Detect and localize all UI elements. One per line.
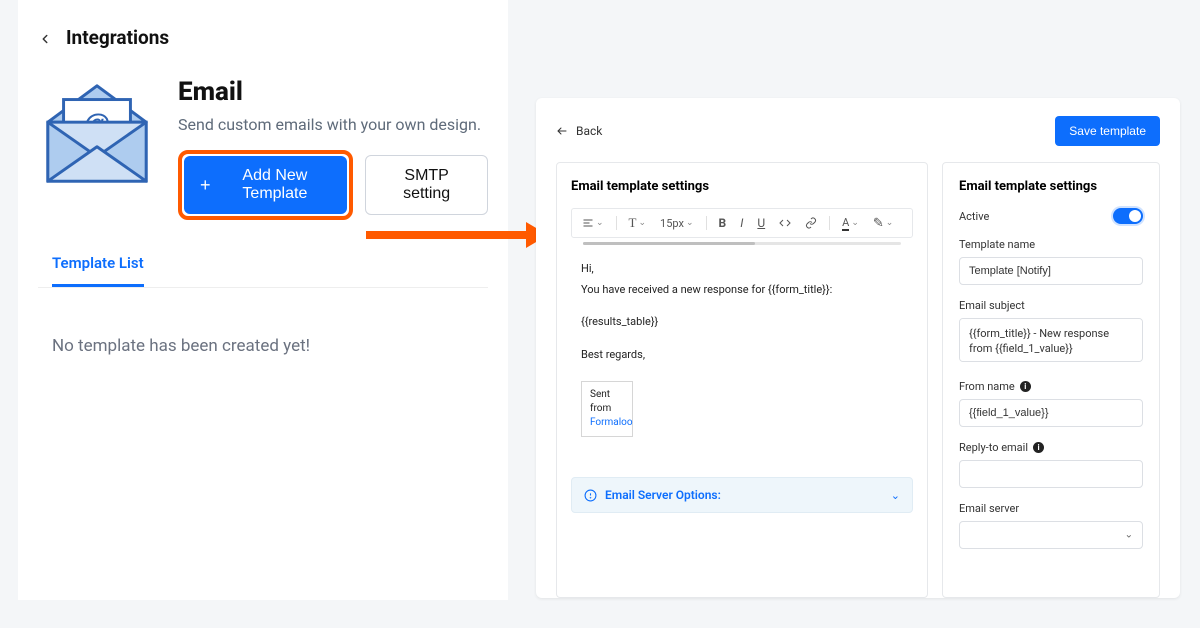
- back-icon[interactable]: [38, 31, 52, 45]
- editor-topbar: Back Save template: [556, 116, 1160, 146]
- tb-highlight-icon[interactable]: ✎ ⌄: [869, 214, 897, 233]
- editor-card: Email template settings ⌄ T ⌄ 15px: [556, 162, 928, 598]
- email-server-options-label: Email Server Options:: [605, 488, 721, 502]
- signature-link[interactable]: Formaloo: [590, 417, 633, 428]
- tb-font-size-value: 15px: [660, 217, 684, 230]
- editor-toolbar: ⌄ T ⌄ 15px ⌄ B I: [571, 208, 913, 238]
- reply-to-label: Reply-to email: [959, 441, 1028, 454]
- smtp-setting-button[interactable]: SMTP setting: [365, 155, 488, 215]
- email-icon: @: [38, 77, 156, 187]
- template-name-label: Template name: [959, 238, 1143, 251]
- editor-back-label: Back: [576, 124, 602, 138]
- chevron-down-icon: ⌄: [686, 218, 694, 228]
- plus-icon: +: [200, 176, 211, 194]
- email-subject-label: Email subject: [959, 299, 1143, 312]
- reply-to-input[interactable]: [959, 460, 1143, 488]
- editor-line: You have received a new response for {{f…: [581, 282, 903, 299]
- tab-template-list[interactable]: Template List: [52, 244, 144, 287]
- info-icon[interactable]: i: [1020, 381, 1031, 392]
- editor-signature-box: Sent from Formaloo: [581, 381, 633, 437]
- highlight-add-template: + Add New Template: [178, 150, 353, 220]
- signature-prefix: Sent from: [590, 389, 611, 414]
- settings-title: Email template settings: [959, 179, 1143, 194]
- tb-font-size[interactable]: 15px ⌄: [656, 215, 697, 232]
- active-label: Active: [959, 210, 989, 223]
- integrations-panel: Integrations @ Email Send custom emails …: [18, 0, 508, 600]
- panel-header: Integrations: [38, 26, 488, 49]
- settings-card: Email template settings Active Template …: [942, 162, 1160, 598]
- save-template-button[interactable]: Save template: [1055, 116, 1160, 146]
- page-title: Integrations: [66, 26, 169, 49]
- email-server-options-toggle[interactable]: Email Server Options: ⌄: [571, 477, 913, 513]
- editor-line: Best regards,: [581, 347, 903, 364]
- tb-align-icon[interactable]: ⌄: [578, 215, 608, 231]
- tb-font-family[interactable]: T ⌄: [625, 213, 651, 233]
- add-template-label: Add New Template: [219, 167, 332, 203]
- editor-back-button[interactable]: Back: [556, 124, 602, 138]
- tb-underline-icon[interactable]: U: [753, 214, 769, 232]
- tb-code-icon[interactable]: [775, 215, 795, 231]
- toolbar-scrollbar[interactable]: [583, 242, 901, 245]
- from-name-label: From name: [959, 380, 1015, 393]
- email-hero-text: Email Send custom emails with your own d…: [178, 77, 488, 220]
- chevron-down-icon: ⌄: [639, 218, 647, 228]
- editor-line: {{results_table}}: [581, 314, 903, 331]
- email-hero: @ Email Send custom emails with your own…: [38, 77, 488, 220]
- empty-state-text: No template has been created yet!: [52, 336, 488, 356]
- email-subject-input[interactable]: [959, 318, 1143, 362]
- email-server-select[interactable]: [959, 521, 1143, 549]
- email-subtitle: Send custom emails with your own design.: [178, 115, 488, 134]
- template-name-input[interactable]: [959, 257, 1143, 285]
- tab-row: Template List: [38, 244, 488, 288]
- info-icon[interactable]: i: [1033, 442, 1044, 453]
- chevron-down-icon: ⌄: [851, 218, 859, 228]
- template-editor-panel: Back Save template Email template settin…: [536, 98, 1180, 598]
- chevron-down-icon: ⌄: [886, 218, 894, 228]
- editor-title: Email template settings: [571, 179, 913, 194]
- tb-link-icon[interactable]: [801, 215, 821, 231]
- chevron-down-icon: ⌄: [596, 218, 604, 228]
- chevron-down-icon: ⌄: [891, 489, 900, 502]
- editor-content[interactable]: Hi, You have received a new response for…: [571, 255, 913, 447]
- editor-line: Hi,: [581, 261, 903, 278]
- tb-textcolor-icon[interactable]: A ⌄: [838, 214, 863, 233]
- add-new-template-button[interactable]: + Add New Template: [184, 156, 347, 214]
- active-toggle[interactable]: [1113, 208, 1143, 224]
- tb-bold-icon[interactable]: B: [715, 214, 731, 232]
- from-name-input[interactable]: [959, 399, 1143, 427]
- email-server-label: Email server: [959, 502, 1143, 515]
- email-title: Email: [178, 77, 488, 107]
- tb-italic-icon[interactable]: I: [736, 214, 747, 232]
